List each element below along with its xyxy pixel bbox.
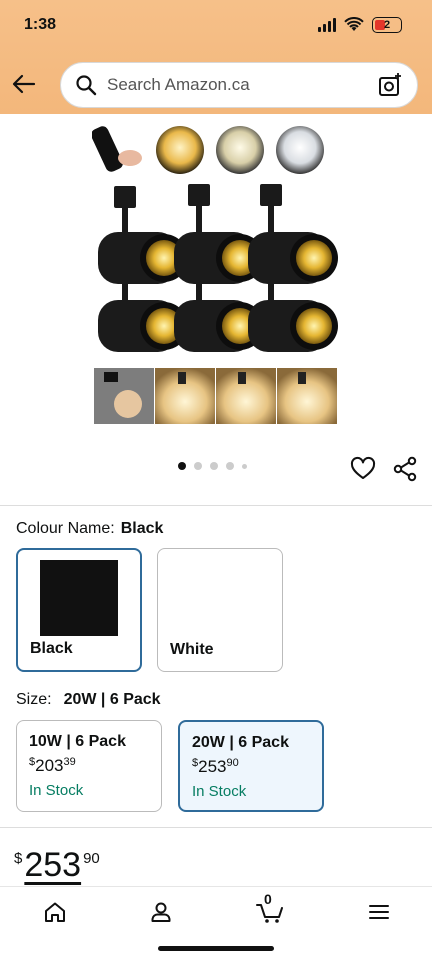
search-bar[interactable]: Search Amazon.ca	[60, 62, 418, 108]
size-option-10w[interactable]: 10W | 6 Pack $20339 In Stock	[16, 720, 162, 812]
heart-icon[interactable]	[350, 456, 376, 482]
size-option-price: $20339	[29, 756, 76, 775]
price-fraction: 90	[83, 850, 100, 867]
carousel-dot[interactable]	[178, 462, 186, 470]
search-icon	[76, 75, 97, 96]
nav-home[interactable]	[40, 897, 70, 927]
remote-thumbnail	[92, 120, 150, 178]
size-option-title: 20W | 6 Pack	[192, 734, 289, 751]
size-option-price: $25390	[192, 757, 239, 776]
share-icon[interactable]	[392, 456, 418, 482]
black-swatch	[40, 560, 118, 636]
battery-level: 2	[383, 19, 391, 31]
carousel-dot[interactable]	[242, 463, 247, 469]
carousel-dot[interactable]	[210, 462, 218, 470]
stock-status: In Stock	[192, 783, 247, 800]
image-carousel-dots[interactable]	[178, 462, 247, 470]
colour-label: Colour Name:	[16, 520, 115, 537]
home-indicator	[158, 946, 274, 951]
carousel-dot[interactable]	[194, 462, 202, 470]
nav-cart[interactable]: 0	[254, 891, 288, 927]
status-bar: 1:38 2	[0, 14, 432, 38]
stock-status: In Stock	[29, 782, 84, 799]
neutral-light-swatch	[216, 126, 264, 174]
cart-count: 0	[264, 891, 272, 907]
divider	[0, 505, 432, 506]
wifi-icon	[344, 17, 364, 31]
track-lights	[98, 184, 338, 352]
price-currency: $	[14, 850, 23, 867]
colour-option-white[interactable]: White	[157, 548, 283, 672]
signal-icon	[318, 18, 336, 32]
home-icon	[45, 902, 65, 922]
person-icon	[151, 902, 171, 922]
colour-selected-value: Black	[120, 520, 164, 537]
colour-name-row: Colour Name: Black	[16, 520, 163, 538]
battery-icon: 2	[372, 17, 402, 33]
divider	[0, 827, 432, 828]
back-arrow-icon[interactable]	[10, 70, 38, 98]
warm-light-swatch	[156, 126, 204, 174]
size-row: Size: 20W | 6 Pack	[16, 691, 161, 709]
cool-light-swatch	[276, 126, 324, 174]
colour-option-black[interactable]: Black	[16, 548, 142, 672]
colour-option-label: White	[170, 641, 214, 658]
status-time: 1:38	[24, 16, 57, 33]
colour-option-label: Black	[30, 640, 73, 657]
room-photos	[94, 368, 337, 424]
search-input[interactable]: Search Amazon.ca	[107, 75, 377, 95]
camera-search-icon[interactable]	[377, 72, 403, 98]
price-whole: 253	[24, 846, 82, 884]
hamburger-menu-icon	[369, 905, 389, 919]
product-image[interactable]	[92, 114, 340, 428]
status-icons: 2	[318, 17, 402, 33]
nav-account[interactable]	[146, 897, 176, 927]
carousel-dot[interactable]	[226, 462, 234, 470]
size-option-title: 10W | 6 Pack	[29, 733, 126, 750]
size-option-20w[interactable]: 20W | 6 Pack $25390 In Stock	[178, 720, 324, 812]
size-selected-value: 20W | 6 Pack	[63, 691, 161, 708]
size-label: Size:	[16, 691, 52, 708]
product-price: $ 253 90	[14, 846, 100, 886]
nav-menu[interactable]	[364, 897, 394, 927]
app-header: 1:38 2 Search Amazon.ca	[0, 0, 432, 114]
